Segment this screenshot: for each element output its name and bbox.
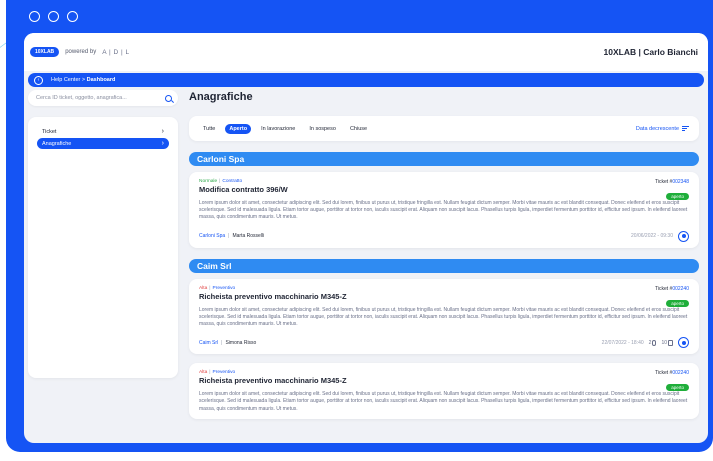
breadcrumb: ‹ Help Center > Dashboard — [28, 73, 704, 87]
document-icon — [668, 339, 673, 346]
partner-logo: A | D | L — [102, 48, 130, 56]
main-content: Anagrafiche Tutte Aperto In lavorazione … — [189, 90, 699, 419]
ticket-tags: Normale | Contratto — [199, 179, 243, 184]
top-header: 10XLAB powered by A | D | L 10XLAB | Car… — [24, 33, 708, 71]
filter-in-sospeso[interactable]: In sospeso — [305, 124, 340, 134]
ticket-meta: Ticket #002240 aperto — [655, 286, 689, 310]
priority-tag: Normale — [199, 179, 218, 184]
ticket-footer: Carloni Spa | Marta Rosselli 20/06/2022 - … — [199, 230, 689, 242]
filter-aperto[interactable]: Aperto — [225, 123, 252, 134]
status-badge: aperto — [666, 384, 689, 392]
ticket-card[interactable]: Alta | Preventivo Richeista preventivo mac… — [189, 278, 699, 355]
ticket-title[interactable]: Modifica contratto 396/W — [199, 185, 689, 194]
attachments-count: 2 — [649, 339, 657, 346]
sidebar-item-anagrafiche[interactable]: Anagrafiche › — [37, 138, 169, 149]
back-arrow-icon[interactable]: ‹ — [34, 75, 43, 85]
documents-count: 10 — [661, 339, 673, 346]
type-tag: Contratto — [222, 179, 243, 184]
type-tag: Preventivo — [212, 285, 236, 291]
ticket-title[interactable]: Richeista preventivo macchinario M345-Z — [199, 376, 689, 385]
ticket-number: Ticket #002240 — [654, 370, 689, 377]
open-ticket-button[interactable] — [678, 230, 689, 242]
window-minimize-control[interactable] — [48, 10, 59, 22]
brand-logo[interactable]: 10XLAB — [30, 47, 60, 57]
ticket-number: Ticket #002348 — [654, 179, 689, 185]
open-ticket-button[interactable] — [678, 337, 689, 349]
breadcrumb-separator: > — [81, 77, 86, 83]
brand: 10XLAB powered by A | D | L — [30, 47, 130, 57]
status-filters: Tutte Aperto In lavorazione In sospeso C… — [199, 123, 371, 134]
powered-by-label: powered by — [65, 49, 97, 55]
contact-name: Marta Rosselli — [232, 233, 265, 240]
ticket-description: Lorem ipsum dolor sit amet, consectetur … — [199, 391, 688, 412]
chevron-right-icon: › — [161, 140, 164, 147]
search-box — [28, 90, 178, 106]
company-link[interactable]: Caim Srl — [199, 340, 218, 346]
sort-label: Data decrescente — [635, 125, 679, 132]
app-frame: 10XLAB powered by A | D | L 10XLAB | Car… — [6, 0, 713, 452]
ticket-card[interactable]: Alta | Preventivo Richeista preventivo mac… — [189, 363, 699, 419]
filter-bar: Tutte Aperto In lavorazione In sospeso C… — [189, 116, 699, 141]
user-title[interactable]: 10XLAB | Carlo Bianchi — [604, 47, 698, 57]
ticket-date: 22/07/2022 - 18:40 — [601, 339, 644, 346]
filter-chiuse[interactable]: Chiuse — [346, 124, 371, 134]
ticket-description: Lorem ipsum dolor sit amet, consectetur … — [199, 306, 688, 328]
sidebar: Ticket › Anagrafiche › — [28, 90, 178, 378]
ticket-tags: Alta | Preventivo — [199, 370, 236, 376]
breadcrumb-current: Dashboard — [86, 77, 116, 83]
ticket-date: 20/06/2022 - 09:30 — [631, 233, 673, 240]
sidebar-item-ticket[interactable]: Ticket › — [37, 126, 169, 137]
breadcrumb-home-link[interactable]: Help Center — [51, 77, 80, 83]
ticket-footer: Caim Srl | Simona Risso 22/07/2022 - 18:40… — [199, 337, 689, 349]
sidebar-item-label: Anagrafiche — [42, 140, 72, 147]
sort-control[interactable]: Data decrescente — [636, 126, 689, 132]
ticket-tags: Alta | Preventivo — [199, 285, 236, 291]
sidebar-panel: Ticket › Anagrafiche › — [28, 117, 178, 378]
ticket-meta: Ticket #002348 aperto — [655, 179, 689, 203]
priority-tag: Alta — [199, 370, 208, 376]
ticket-number: Ticket #002240 — [654, 285, 689, 292]
page-title: Anagrafiche — [189, 91, 253, 103]
chevron-right-icon: › — [161, 128, 164, 135]
ticket-meta: Ticket #002240 aperto — [655, 370, 689, 394]
ticket-card[interactable]: Normale | Contratto Modifica contratto 396… — [189, 172, 699, 248]
window-close-control[interactable] — [29, 10, 40, 22]
group-header: Carloni Spa — [189, 152, 699, 166]
filter-in-lavorazione[interactable]: In lavorazione — [257, 124, 299, 134]
contact-name: Simona Risso — [225, 339, 257, 346]
paperclip-icon — [652, 339, 657, 346]
window-titlebar — [6, 0, 713, 32]
status-badge: aperto — [666, 299, 689, 307]
status-badge: aperto — [666, 193, 689, 200]
search-input[interactable] — [36, 95, 146, 101]
ticket-description: Lorem ipsum dolor sit amet, consectetur … — [199, 200, 688, 221]
app-window: 10XLAB powered by A | D | L 10XLAB | Car… — [24, 33, 708, 443]
company-link[interactable]: Carloni Spa — [199, 233, 225, 239]
filter-tutte[interactable]: Tutte — [199, 124, 219, 134]
sort-icon — [682, 126, 689, 131]
search-icon[interactable] — [165, 94, 172, 102]
priority-tag: Alta — [199, 285, 208, 291]
group-header: Caim Srl — [189, 258, 699, 273]
sidebar-item-label: Ticket — [42, 128, 57, 135]
window-maximize-control[interactable] — [67, 10, 78, 22]
ticket-title[interactable]: Richeista preventivo macchinario M345-Z — [199, 292, 689, 301]
type-tag: Preventivo — [212, 370, 236, 376]
